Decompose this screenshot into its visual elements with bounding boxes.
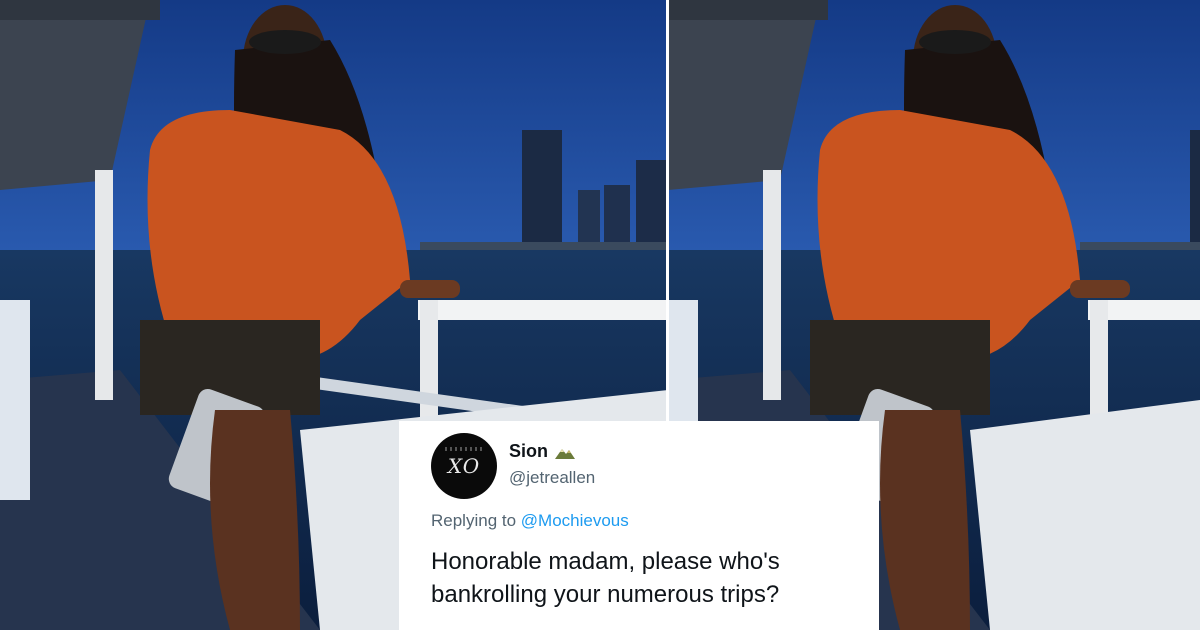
avatar[interactable]: XO (431, 433, 497, 499)
user-handle[interactable]: @jetreallen (509, 468, 595, 488)
replying-label: Replying to (431, 511, 517, 530)
avatar-pattern (445, 447, 483, 451)
author-info: Sion @jetreallen (509, 433, 595, 488)
display-name[interactable]: Sion (509, 441, 595, 462)
tweet-header: XO Sion @jetreallen (431, 433, 863, 499)
mention-link[interactable]: @Mochievous (521, 511, 629, 530)
replying-to: Replying to @Mochievous (431, 511, 863, 531)
avatar-text: XO (447, 454, 481, 478)
mountain-icon (555, 448, 575, 459)
tweet-card[interactable]: XO Sion @jetreallen Replying to @Mochiev… (399, 421, 879, 630)
tweet-text: Honorable madam, please who's bankrollin… (431, 548, 780, 608)
display-name-text: Sion (509, 441, 548, 461)
